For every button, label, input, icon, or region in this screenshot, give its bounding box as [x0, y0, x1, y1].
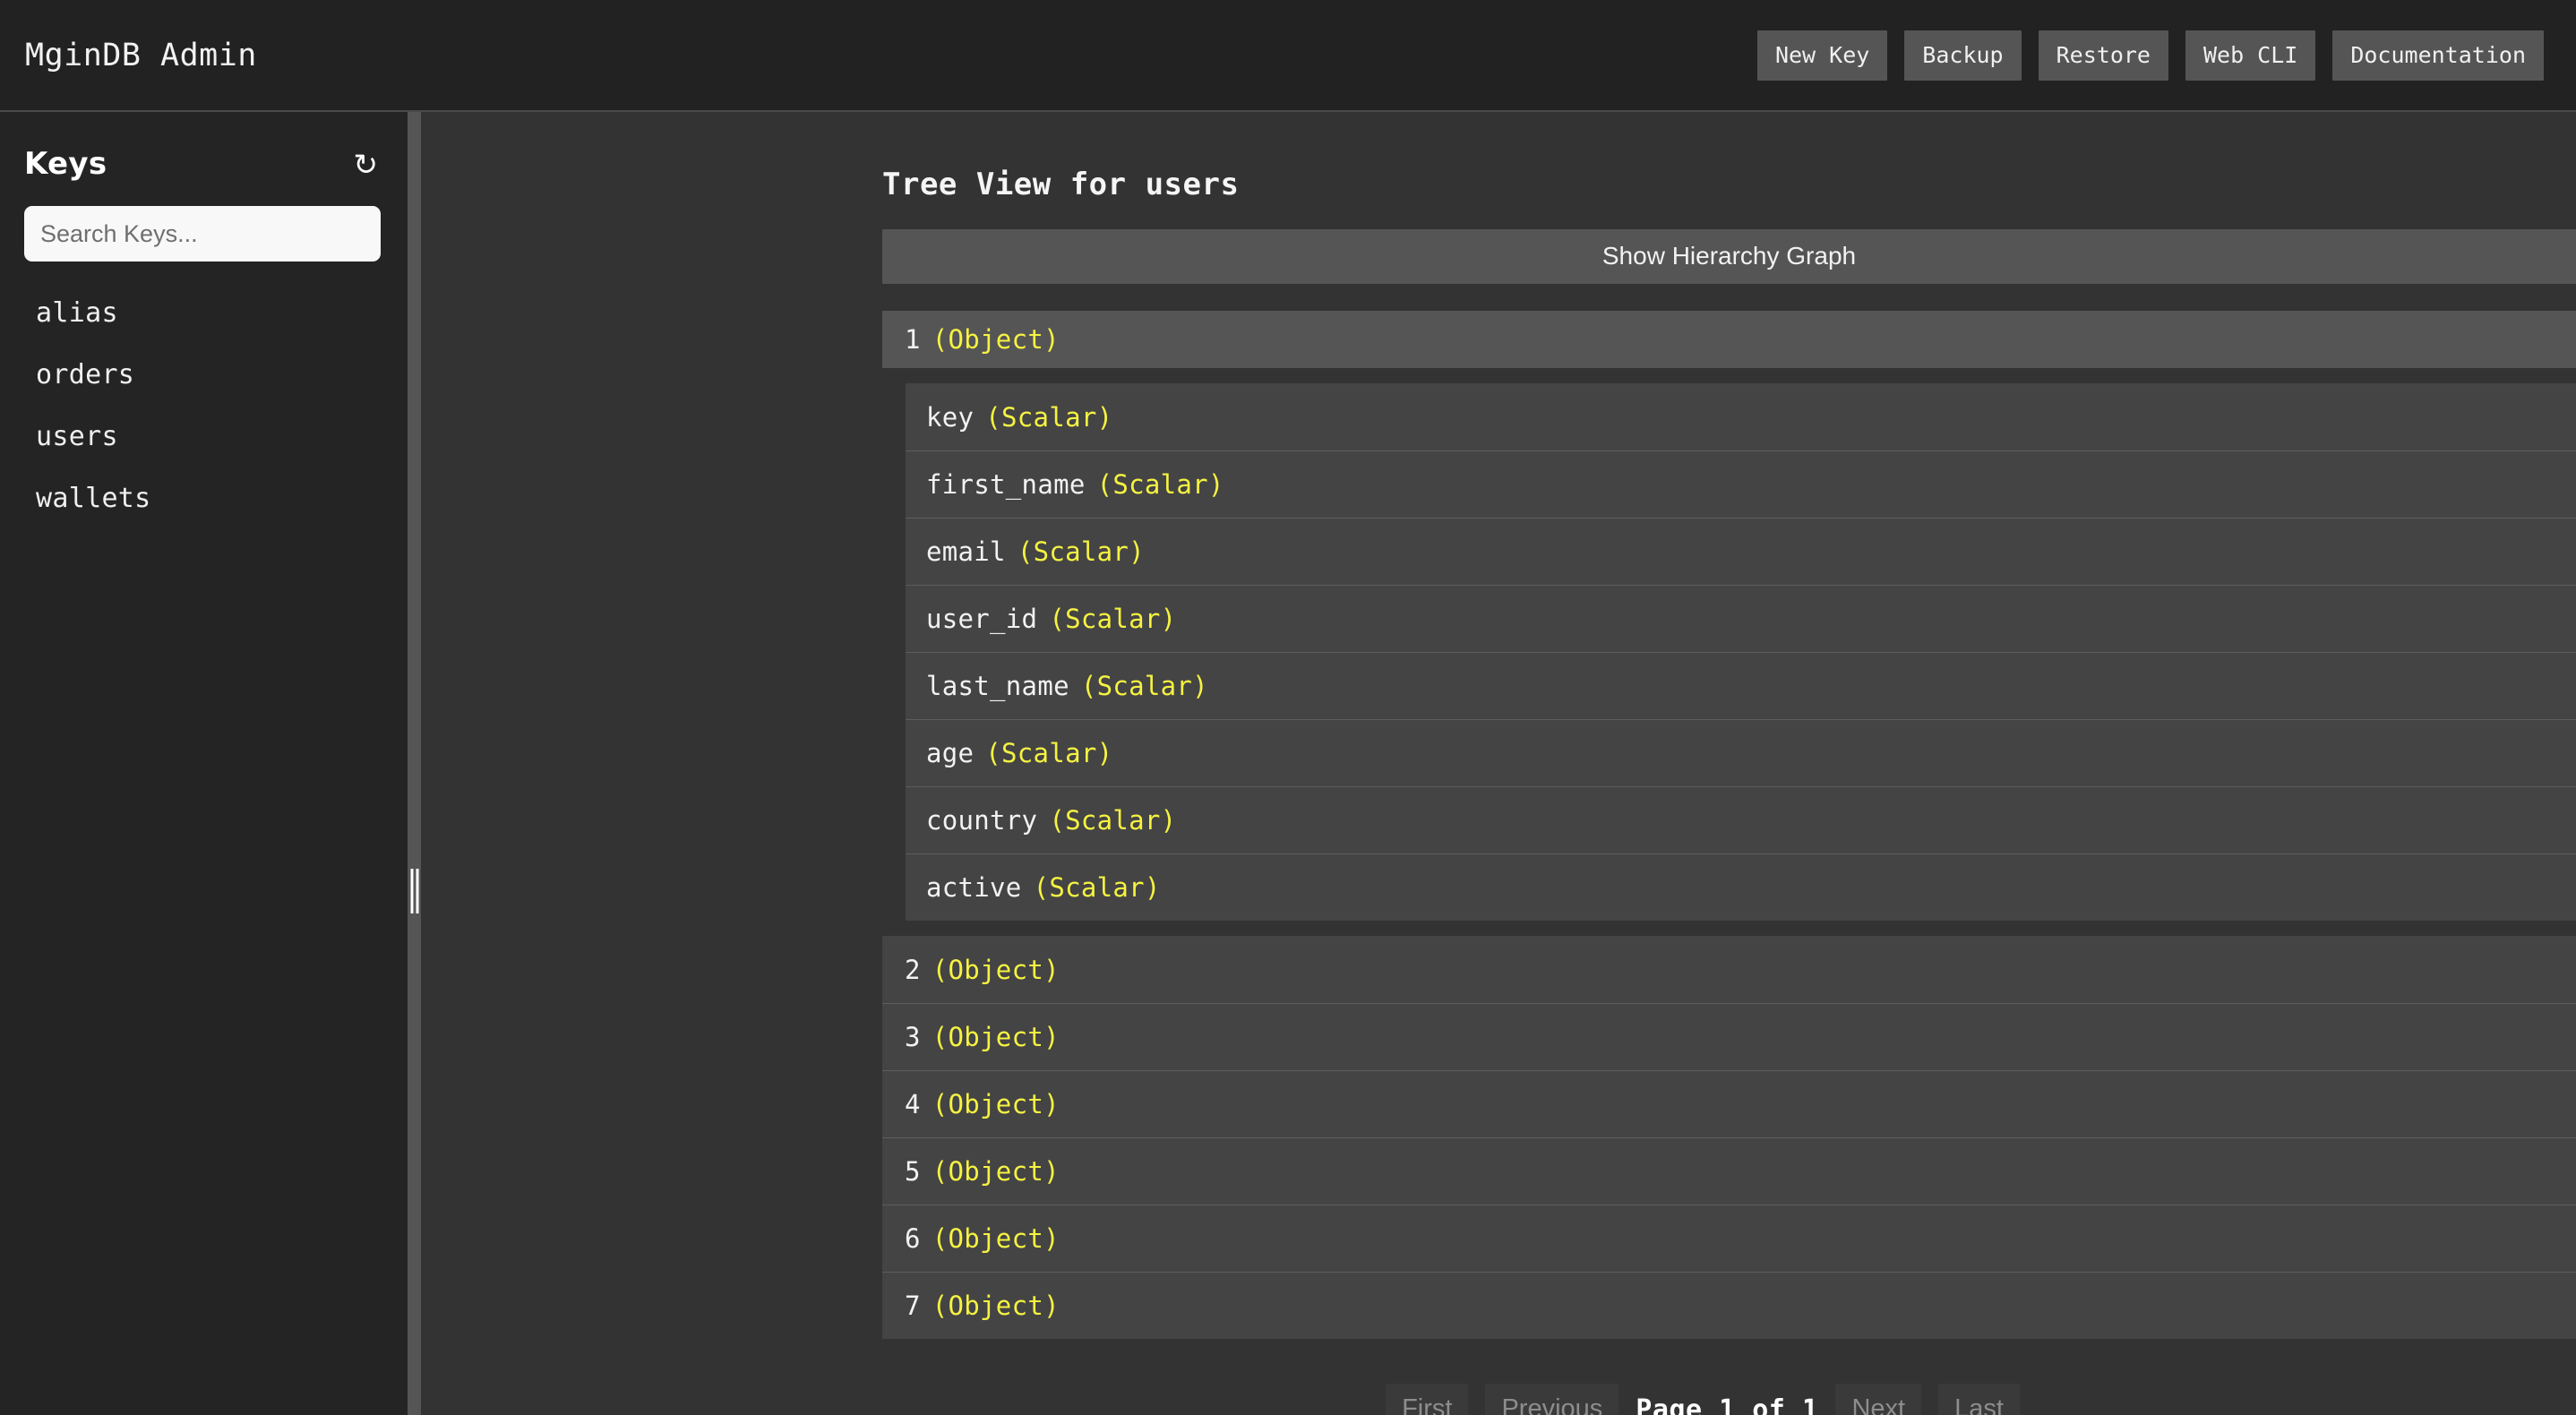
tree-child-label: user_id: [926, 604, 1038, 634]
app-root: MginDB Admin New Key Backup Restore Web …: [0, 0, 2576, 1415]
tree-child-type: (Scalar): [1017, 536, 1145, 567]
tree-child-label: email: [926, 536, 1006, 567]
sidebar-item-orders[interactable]: orders: [24, 351, 381, 399]
navbar-actions: New Key Backup Restore Web CLI Documenta…: [1756, 30, 2544, 81]
tree-node-type: (Object): [932, 1022, 1060, 1052]
tree-node-children: key (Scalar) first_name (Scalar) email (…: [906, 383, 2576, 921]
backup-button[interactable]: Backup: [1904, 30, 2022, 81]
tree-child-last_name[interactable]: last_name (Scalar): [906, 652, 2576, 719]
tree-node-6[interactable]: 6 (Object): [882, 1205, 2576, 1272]
tree-node-2[interactable]: 2 (Object): [882, 936, 2576, 1003]
pagination: First Previous Page 1 of 1 Next Last: [421, 1384, 2576, 1415]
tree-child-country[interactable]: country (Scalar): [906, 786, 2576, 853]
resize-grip-icon: [410, 869, 418, 913]
tree-child-key[interactable]: key (Scalar): [906, 383, 2576, 450]
sidebar-title: Keys: [24, 146, 107, 182]
sidebar-resize-handle[interactable]: [408, 112, 421, 1415]
sidebar-item-wallets[interactable]: wallets: [24, 475, 381, 522]
tree-node-label: 6: [905, 1223, 921, 1254]
tree-child-age[interactable]: age (Scalar): [906, 719, 2576, 786]
tree-child-label: country: [926, 805, 1038, 836]
tree-node-1: 1 (Object) key (Scalar) first_name (Scal…: [882, 311, 2576, 921]
pagination-indicator: Page 1 of 1: [1636, 1394, 1819, 1415]
tree-node-type: (Object): [932, 1291, 1060, 1321]
tree-child-type: (Scalar): [985, 738, 1113, 768]
tree-node-label: 5: [905, 1156, 921, 1187]
tree-child-active[interactable]: active (Scalar): [906, 853, 2576, 921]
page-title: Tree View for users: [882, 167, 1240, 202]
tree-node-7[interactable]: 7 (Object): [882, 1272, 2576, 1339]
tree-child-label: active: [926, 872, 1022, 903]
tree-node-type: (Object): [932, 1156, 1060, 1187]
documentation-button[interactable]: Documentation: [2332, 30, 2544, 81]
body-wrapper: Keys ↻ alias orders users wallets Tree V…: [0, 112, 2576, 1415]
tree-node-label: 2: [905, 954, 921, 985]
tree-node-5[interactable]: 5 (Object): [882, 1137, 2576, 1205]
tree-node-4[interactable]: 4 (Object): [882, 1070, 2576, 1137]
tree-child-type: (Scalar): [1049, 604, 1177, 634]
new-key-button[interactable]: New Key: [1756, 30, 1888, 81]
pagination-last-button[interactable]: Last: [1938, 1384, 2020, 1415]
tree-child-label: first_name: [926, 469, 1086, 500]
tree-node-label: 4: [905, 1089, 921, 1119]
tree-node-header[interactable]: 1 (Object): [882, 311, 2576, 368]
tree-child-type: (Scalar): [1049, 805, 1177, 836]
key-list: alias orders users wallets: [24, 289, 381, 536]
top-navbar: MginDB Admin New Key Backup Restore Web …: [0, 0, 2576, 112]
tree-child-type: (Scalar): [985, 401, 1113, 433]
main-content: Tree View for users Show Hierarchy Graph…: [421, 112, 2576, 1415]
show-hierarchy-graph-button[interactable]: Show Hierarchy Graph: [882, 229, 2576, 284]
tree-child-label: age: [926, 738, 975, 768]
pagination-next-button[interactable]: Next: [1835, 1384, 1922, 1415]
pagination-first-button[interactable]: First: [1386, 1384, 1469, 1415]
tree-node-label: 3: [905, 1022, 921, 1052]
tree-child-email[interactable]: email (Scalar): [906, 518, 2576, 585]
tree-node-label: 1: [905, 324, 921, 355]
refresh-icon[interactable]: ↻: [353, 150, 378, 179]
tree-node-type: (Object): [932, 324, 1060, 355]
tree-child-label: key: [926, 401, 975, 433]
sidebar-header: Keys ↻: [24, 146, 381, 182]
app-title: MginDB Admin: [25, 37, 257, 73]
tree-child-type: (Scalar): [1096, 469, 1224, 500]
sidebar: Keys ↻ alias orders users wallets: [0, 112, 408, 1415]
sidebar-item-alias[interactable]: alias: [24, 289, 381, 337]
web-cli-button[interactable]: Web CLI: [2185, 30, 2316, 81]
tree-node-3[interactable]: 3 (Object): [882, 1003, 2576, 1070]
pagination-previous-button[interactable]: Previous: [1485, 1384, 1619, 1415]
tree-node-label: 7: [905, 1291, 921, 1321]
tree-node-type: (Object): [932, 1223, 1060, 1254]
tree-child-label: last_name: [926, 671, 1069, 701]
tree-node-type: (Object): [932, 1089, 1060, 1119]
tree-child-user_id[interactable]: user_id (Scalar): [906, 585, 2576, 652]
sidebar-item-users[interactable]: users: [24, 413, 381, 460]
tree-child-type: (Scalar): [1080, 671, 1208, 701]
tree-node-type: (Object): [932, 954, 1060, 985]
tree-child-first_name[interactable]: first_name (Scalar): [906, 450, 2576, 518]
restore-button[interactable]: Restore: [2038, 30, 2168, 81]
tree-collapsed-nodes: 2 (Object) 3 (Object) 4 (Object) 5 (Obje…: [882, 936, 2576, 1339]
search-input[interactable]: [24, 206, 381, 262]
tree-child-type: (Scalar): [1033, 872, 1161, 903]
tree-view: 1 (Object) key (Scalar) first_name (Scal…: [882, 311, 2576, 1339]
